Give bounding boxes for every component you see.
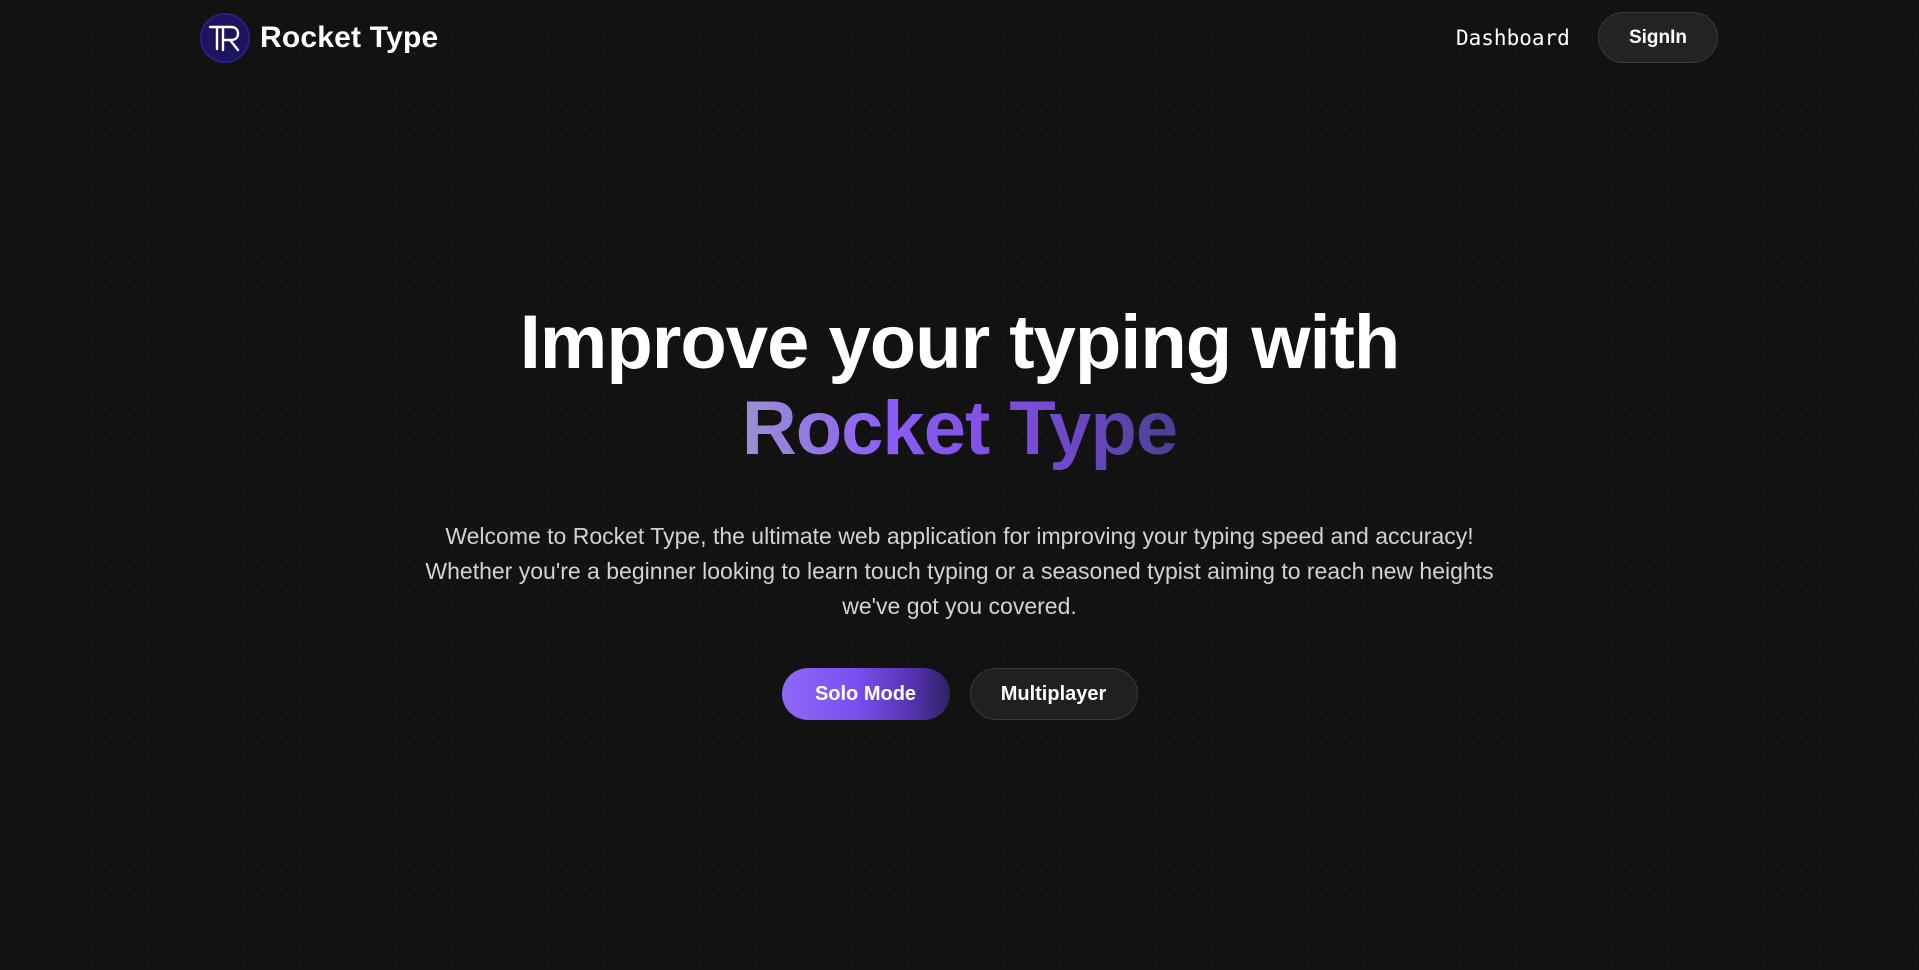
hero-description: Welcome to Rocket Type, the ultimate web… (390, 519, 1530, 624)
hero-section: Improve your typing with Rocket Type Wel… (0, 300, 1919, 720)
hero-title-line-2-wrapper: Rocket Type (0, 386, 1919, 472)
signin-button[interactable]: SignIn (1598, 12, 1718, 63)
brand-link[interactable]: Rocket Type (200, 13, 438, 63)
solo-mode-button[interactable]: Solo Mode (781, 668, 950, 720)
hero-description-line-2: Whether you're a beginner looking to lea… (425, 558, 1494, 584)
hero-title-line-1: Improve your typing with (519, 300, 1401, 385)
hero-description-line-3: we've got you covered. (842, 593, 1077, 619)
hero-title: Improve your typing with Rocket Type (0, 300, 1919, 472)
multiplayer-button[interactable]: Multiplayer (969, 668, 1138, 720)
navbar: Rocket Type Dashboard SignIn (0, 0, 1919, 78)
hero-actions: Solo Mode Multiplayer (0, 668, 1919, 720)
hero-title-accent: Rocket Type (741, 386, 1178, 471)
brand-name: Rocket Type (260, 21, 439, 54)
hero-description-line-1: Welcome to Rocket Type, the ultimate web… (445, 523, 1474, 549)
nav-link-dashboard[interactable]: Dashboard (1456, 22, 1570, 54)
rocket-type-logo-icon (200, 13, 250, 63)
